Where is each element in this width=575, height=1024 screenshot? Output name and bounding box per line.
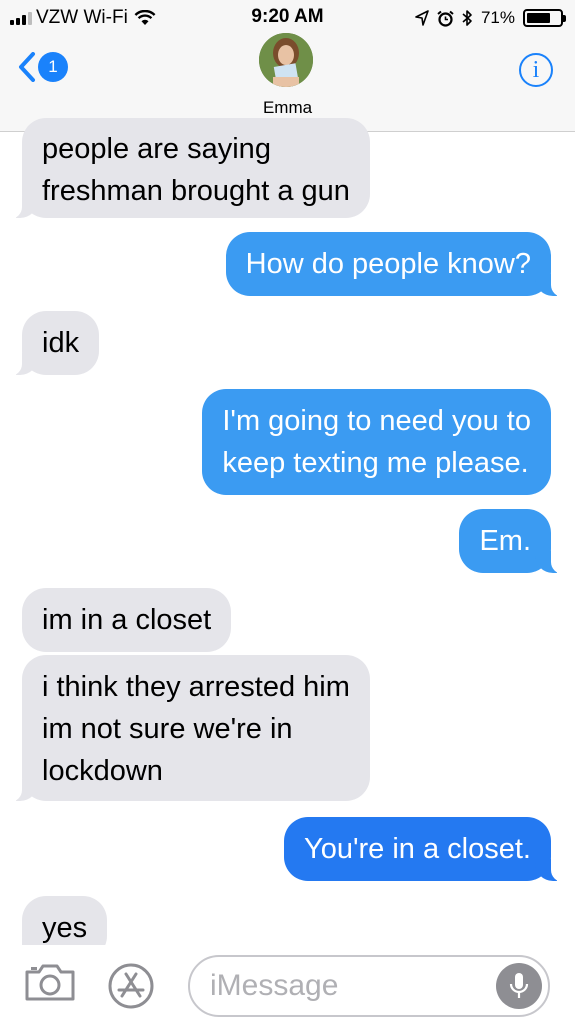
microphone-icon [509,973,529,998]
message-outgoing[interactable]: Em. [459,509,565,574]
bluetooth-icon [462,10,472,26]
contact-name[interactable]: Emma [0,98,575,118]
battery-percentage: 71% [480,8,515,27]
message-outgoing[interactable]: I'm going to need you to keep texting me… [202,389,551,495]
message-outgoing[interactable]: You're in a closet. [284,817,565,882]
message-line: idk [42,327,80,359]
message-incoming[interactable]: i think they arrested him im not sure we… [8,655,370,802]
message-incoming[interactable]: im in a closet [22,588,232,652]
message-line: i think they arrested him [42,671,350,703]
chevron-left-icon [19,52,35,82]
contact-avatar[interactable] [259,33,313,87]
message-line: You're in a closet. [304,833,531,865]
message-line: people are saying [42,133,271,165]
microphone-button[interactable] [496,963,542,1009]
status-right: 71% [415,6,566,30]
conversation-header: VZW Wi-Fi 9:20 AM 71% 1 Emma i [0,0,575,132]
imessage-placeholder: iMessage [210,969,339,1002]
avatar-photo [259,33,313,87]
app-store-icon[interactable] [107,962,155,1010]
battery-icon [523,9,566,27]
info-icon: i [532,56,540,83]
message-line: How do people know? [245,248,531,280]
message-line: im not sure we're in [42,713,293,745]
message-incoming[interactable]: idk [7,311,100,376]
message-line: im in a closet [42,604,212,636]
message-line: Em. [479,525,531,557]
camera-icon[interactable] [24,962,76,1002]
alarm-clock-icon [437,10,454,27]
location-arrow-icon [415,10,429,26]
back-button[interactable]: 1 [18,52,68,82]
status-bar: VZW Wi-Fi 9:20 AM 71% [0,0,575,36]
info-button[interactable]: i [519,53,553,87]
message-line: keep texting me please. [222,447,529,479]
message-line: freshman brought a gun [42,175,350,207]
message-line: yes [42,912,88,944]
message-line: I'm going to need you to [222,405,531,437]
battery-fill [527,13,550,23]
unread-count-badge: 1 [38,52,68,82]
message-incoming[interactable]: people are saying freshman brought a gun [8,118,370,219]
message-outgoing[interactable]: How do people know? [225,232,566,297]
message-line: lockdown [42,755,163,787]
imessage-input[interactable]: iMessage [188,955,550,1017]
